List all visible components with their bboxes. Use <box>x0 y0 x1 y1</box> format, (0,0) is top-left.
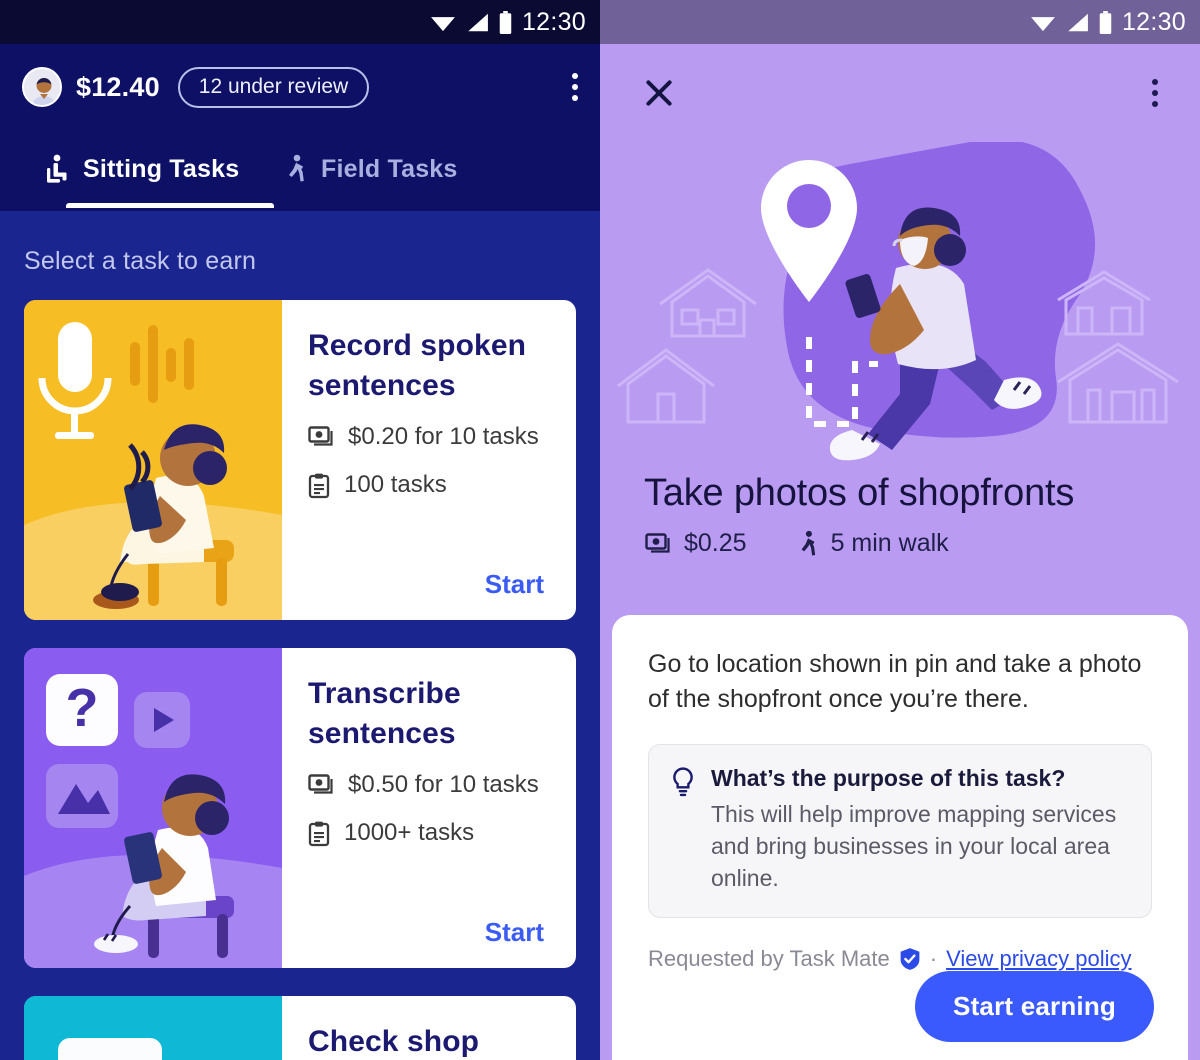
lightbulb-icon <box>673 767 693 797</box>
card-content: Check shop details <box>282 996 576 1060</box>
task-card-check-shop-details[interactable]: Check shop details <box>24 996 576 1060</box>
requested-by-label: Requested by Task Mate <box>648 945 890 971</box>
tab-label: Field Tasks <box>321 154 458 183</box>
tab-sitting-tasks[interactable]: Sitting Tasks <box>22 130 262 208</box>
card-count-row: 100 tasks <box>308 469 550 501</box>
task-description: Go to location shown in pin and take a p… <box>648 650 1142 713</box>
task-detail-meta: $0.25 5 min walk <box>600 515 1200 558</box>
left-body: Select a task to earn Record spoken sent… <box>0 211 600 1060</box>
view-privacy-policy-link[interactable]: View privacy policy <box>946 946 1131 972</box>
card-pay-row: $0.50 for 10 tasks <box>308 769 550 801</box>
balance-amount: $12.40 <box>76 71 160 102</box>
task-pay: $0.25 <box>684 529 747 557</box>
separator-dot: · <box>929 945 938 971</box>
svg-text:?: ? <box>66 678 99 738</box>
card-start-button[interactable]: Start <box>308 917 550 954</box>
card-illustration-microphone <box>24 300 282 620</box>
left-top-bar: $12.40 12 under review <box>22 44 578 130</box>
walking-person-icon <box>289 154 304 182</box>
task-walk-time: 5 min walk <box>830 529 949 557</box>
purpose-answer: This will help improve mapping services … <box>711 801 1117 892</box>
left-header: $12.40 12 under review Sitting Tasks Fie… <box>0 44 600 211</box>
tab-field-tasks[interactable]: Field Tasks <box>262 130 502 208</box>
page-title: Select a task to earn <box>24 247 257 275</box>
card-count-row: 1000+ tasks <box>308 817 550 849</box>
card-start-button[interactable]: Start <box>308 569 550 606</box>
verified-shield-icon <box>900 947 920 970</box>
walking-person-icon <box>801 530 815 555</box>
card-pay-row: $0.20 for 10 tasks <box>308 421 550 453</box>
close-icon[interactable] <box>642 76 676 110</box>
purpose-text-block: What’s the purpose of this task? This wi… <box>711 765 1129 895</box>
card-illustration-transcribe: ? <box>24 648 282 968</box>
purpose-info-box: What’s the purpose of this task? This wi… <box>648 744 1152 918</box>
task-detail-sheet: Go to location shown in pin and take a p… <box>612 615 1188 1060</box>
pay-chunk: $0.25 <box>644 529 747 558</box>
under-review-chip[interactable]: 12 under review <box>177 66 370 108</box>
card-title: Check shop details <box>308 1025 480 1058</box>
dual-screenshot: 12:30 $12.40 12 under review Sitting Tas… <box>0 0 1200 1060</box>
task-detail-screen: 12:30 Take photos of shopfronts $0.25 5 … <box>600 0 1200 1060</box>
walk-chunk: 5 min walk <box>797 529 949 558</box>
avatar[interactable] <box>22 67 62 107</box>
money-icon <box>308 774 333 794</box>
clipboard-icon <box>308 821 330 847</box>
left-status-bar: 12:30 <box>0 0 600 44</box>
signal-icon <box>1068 13 1088 31</box>
card-count: 1000+ tasks <box>344 819 475 847</box>
task-list-screen: 12:30 $12.40 12 under review Sitting Tas… <box>0 0 600 1060</box>
tab-label: Sitting Tasks <box>83 154 240 183</box>
money-icon <box>645 532 670 553</box>
card-illustration-checklist <box>24 996 282 1060</box>
wifi-icon <box>1031 16 1055 31</box>
task-card-transcribe-sentences[interactable]: ? Transcribe sentences $0.50 for 10 task… <box>24 648 576 968</box>
active-tab-indicator <box>66 203 274 208</box>
purpose-question: What’s the purpose of this task? <box>711 765 1066 791</box>
more-options-icon[interactable] <box>1152 79 1158 107</box>
card-count: 100 tasks <box>344 471 447 499</box>
right-top-bar <box>600 44 1200 142</box>
task-card-record-spoken-sentences[interactable]: Record spoken sentences $0.20 for 10 tas… <box>24 300 576 620</box>
hero-illustration <box>600 139 1200 472</box>
wifi-icon <box>431 16 455 31</box>
signal-icon <box>468 13 488 31</box>
right-status-bar: 12:30 <box>600 0 1200 44</box>
task-detail-title: Take photos of shopfronts <box>644 472 1075 514</box>
money-icon <box>308 426 333 446</box>
requested-by-row: Requested by Task Mate · View privacy po… <box>648 946 1152 972</box>
battery-icon <box>499 10 512 34</box>
status-time: 12:30 <box>1121 7 1186 36</box>
battery-icon <box>1099 10 1112 34</box>
sitting-person-icon <box>47 154 67 183</box>
card-pay: $0.50 for 10 tasks <box>348 771 539 799</box>
start-earning-button[interactable]: Start earning <box>915 971 1154 1042</box>
card-pay: $0.20 for 10 tasks <box>348 423 539 451</box>
task-type-tabs: Sitting Tasks Field Tasks <box>22 130 578 208</box>
clipboard-icon <box>308 473 330 499</box>
more-options-icon[interactable] <box>572 73 578 101</box>
status-time: 12:30 <box>521 7 586 36</box>
card-content: Record spoken sentences $0.20 for 10 tas… <box>282 300 576 620</box>
card-title: Record spoken sentences <box>308 329 527 402</box>
card-content: Transcribe sentences $0.50 for 10 tasks <box>282 648 576 968</box>
card-title: Transcribe sentences <box>308 677 461 750</box>
